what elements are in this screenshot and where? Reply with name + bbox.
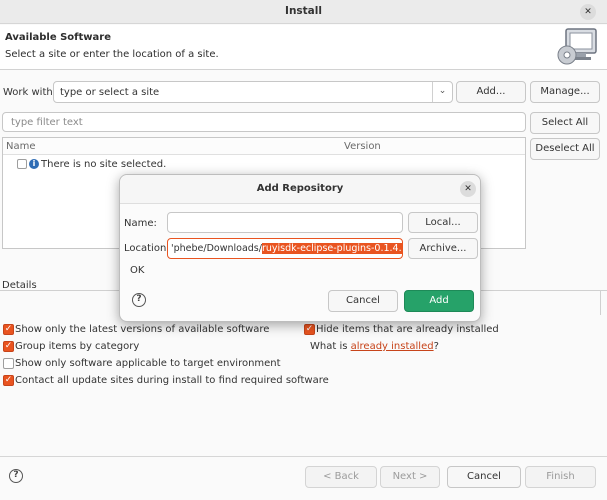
manage-sites-button[interactable]: Manage...: [530, 81, 600, 103]
add-site-button[interactable]: Add...: [456, 81, 526, 103]
page-title: Available Software: [5, 32, 112, 43]
dialog-title: Add Repository: [256, 183, 344, 194]
info-icon: i: [29, 159, 39, 169]
hide-installed-label: Hide items that are already installed: [316, 324, 499, 335]
hide-installed-checkbox[interactable]: ✓: [304, 324, 315, 335]
latest-versions-checkbox[interactable]: ✓: [3, 324, 14, 335]
name-label: Name:: [124, 218, 157, 229]
what-is-installed: What is already installed?: [310, 341, 439, 352]
what-is-prefix: What is: [310, 341, 351, 352]
finish-button[interactable]: Finish: [525, 466, 596, 488]
status-message: OK: [130, 265, 145, 276]
footer-divider: [0, 456, 607, 457]
work-with-combo[interactable]: type or select a site ⌄: [53, 81, 453, 103]
add-repository-dialog: Add Repository ✕ Name: Local... Location…: [119, 174, 481, 322]
location-selected-text: ruyisdk-eclipse-plugins-0.1.4.zip!/: [261, 243, 402, 254]
select-all-button[interactable]: Select All: [530, 112, 600, 134]
name-input[interactable]: [167, 212, 403, 233]
wizard-header: Available Software Select a site or ente…: [0, 25, 607, 70]
window-close-button[interactable]: ✕: [580, 4, 596, 20]
already-installed-link[interactable]: already installed: [351, 341, 434, 352]
group-by-category-checkbox[interactable]: ✓: [3, 341, 14, 352]
dialog-add-button[interactable]: Add: [404, 290, 474, 312]
column-version: Version: [344, 141, 381, 152]
target-environment-checkbox[interactable]: [3, 358, 14, 369]
work-with-label: Work with:: [3, 87, 57, 98]
filter-input[interactable]: type filter text: [2, 112, 526, 132]
location-prefix: 'phebe/Downloads/: [171, 243, 262, 254]
empty-table-message: There is no site selected.: [41, 159, 167, 170]
window-title: Install: [285, 5, 322, 17]
filter-placeholder: type filter text: [11, 117, 83, 128]
archive-button[interactable]: Archive...: [408, 238, 478, 259]
dialog-cancel-button[interactable]: Cancel: [328, 290, 398, 312]
dialog-close-button[interactable]: ✕: [460, 181, 476, 197]
location-value: 'phebe/Downloads/ruyisdk-eclipse-plugins…: [171, 243, 402, 254]
work-with-value: type or select a site: [60, 87, 160, 98]
target-environment-label: Show only software applicable to target …: [15, 358, 281, 369]
latest-versions-label: Show only the latest versions of availab…: [15, 324, 270, 335]
location-input[interactable]: 'phebe/Downloads/ruyisdk-eclipse-plugins…: [167, 238, 403, 259]
dialog-help-icon[interactable]: ?: [132, 293, 146, 307]
contact-update-sites-label: Contact all update sites during install …: [15, 375, 329, 386]
row-checkbox[interactable]: [17, 159, 27, 169]
local-button[interactable]: Local...: [408, 212, 478, 233]
page-subtitle: Select a site or enter the location of a…: [5, 49, 219, 60]
next-button[interactable]: Next >: [380, 466, 440, 488]
column-name: Name: [6, 141, 36, 152]
install-software-icon: [556, 27, 600, 67]
location-label: Location:: [124, 243, 170, 254]
chevron-down-icon[interactable]: ⌄: [432, 82, 452, 102]
help-icon[interactable]: ?: [9, 469, 23, 483]
group-by-category-label: Group items by category: [15, 341, 140, 352]
contact-update-sites-checkbox[interactable]: ✓: [3, 375, 14, 386]
deselect-all-button[interactable]: Deselect All: [530, 138, 600, 160]
back-button[interactable]: < Back: [305, 466, 377, 488]
table-header: Name Version: [3, 138, 525, 155]
what-is-suffix: ?: [433, 341, 439, 352]
cancel-button[interactable]: Cancel: [447, 466, 521, 488]
details-area: [600, 290, 607, 315]
window-titlebar: Install ✕: [0, 0, 607, 24]
